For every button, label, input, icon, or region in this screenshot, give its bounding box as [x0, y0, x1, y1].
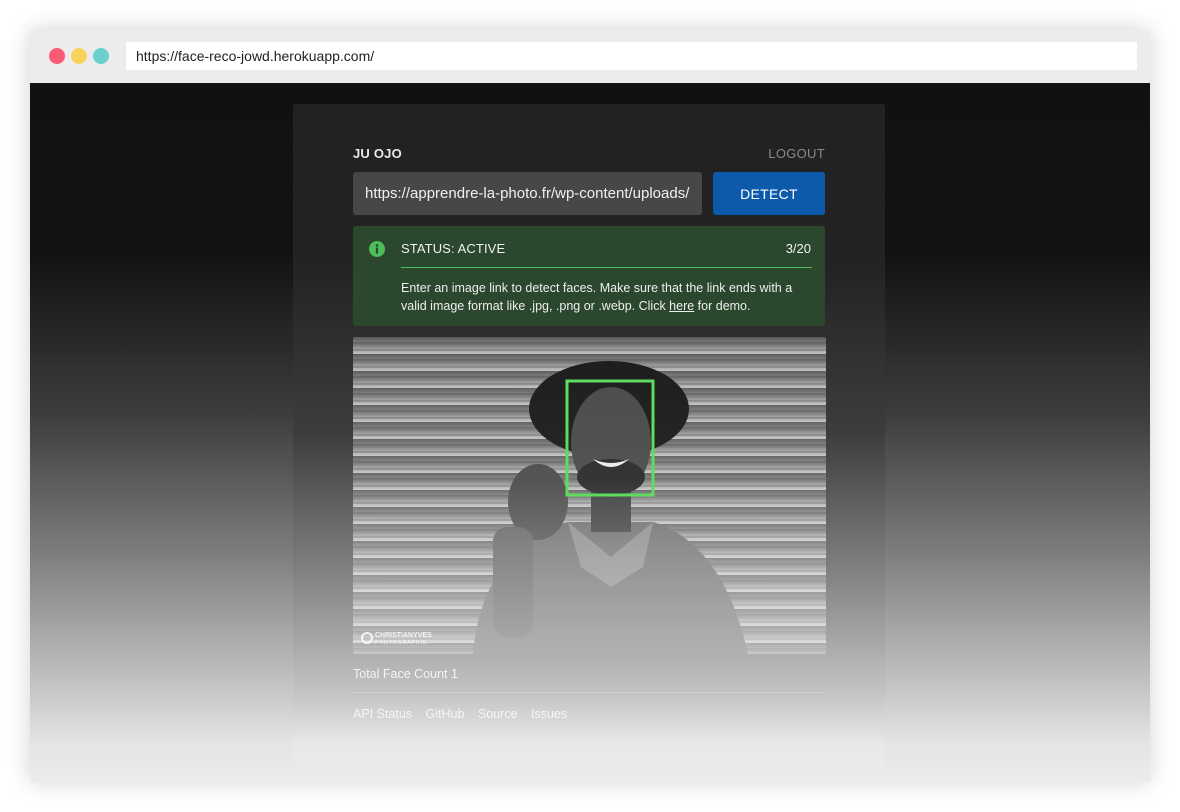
browser-chrome: https://face-reco-jowd.herokuapp.com/: [30, 30, 1150, 83]
minimize-window-dot[interactable]: [71, 48, 87, 64]
footer-divider: [353, 692, 825, 693]
app-card: JU OJO LOGOUT DETECT STATUS: ACTIVE 3/20…: [293, 104, 885, 782]
image-url-input[interactable]: [353, 172, 702, 215]
status-message: Enter an image link to detect faces. Mak…: [401, 279, 811, 315]
issues-link[interactable]: Issues: [531, 707, 567, 721]
face-count: Total Face Count 1: [353, 667, 458, 681]
result-image: CHRISTIANYVES PHOTOGRAPHIE: [353, 337, 826, 654]
footer-nav: API Status GitHub Source Issues: [353, 707, 577, 721]
status-panel: STATUS: ACTIVE 3/20 Enter an image link …: [353, 226, 825, 326]
svg-text:CHRISTIANYVES: CHRISTIANYVES: [375, 632, 432, 639]
page-viewport: JU OJO LOGOUT DETECT STATUS: ACTIVE 3/20…: [30, 83, 1150, 782]
status-message-end: for demo.: [694, 299, 751, 313]
svg-text:PHOTOGRAPHIE: PHOTOGRAPHIE: [375, 640, 427, 646]
api-status-link[interactable]: API Status: [353, 707, 412, 721]
browser-window: https://face-reco-jowd.herokuapp.com/ JU…: [30, 30, 1150, 782]
detect-button[interactable]: DETECT: [713, 172, 825, 215]
source-link[interactable]: Source: [478, 707, 518, 721]
info-icon: [369, 241, 385, 257]
status-divider: [401, 267, 812, 268]
logout-link[interactable]: LOGOUT: [768, 146, 825, 161]
demo-link[interactable]: here: [669, 299, 694, 313]
address-bar[interactable]: https://face-reco-jowd.herokuapp.com/: [126, 42, 1137, 70]
maximize-window-dot[interactable]: [93, 48, 109, 64]
github-link[interactable]: GitHub: [426, 707, 465, 721]
brand-title: JU OJO: [353, 146, 402, 161]
status-title: STATUS: ACTIVE: [401, 241, 506, 256]
usage-count: 3/20: [785, 241, 811, 256]
close-window-dot[interactable]: [49, 48, 65, 64]
